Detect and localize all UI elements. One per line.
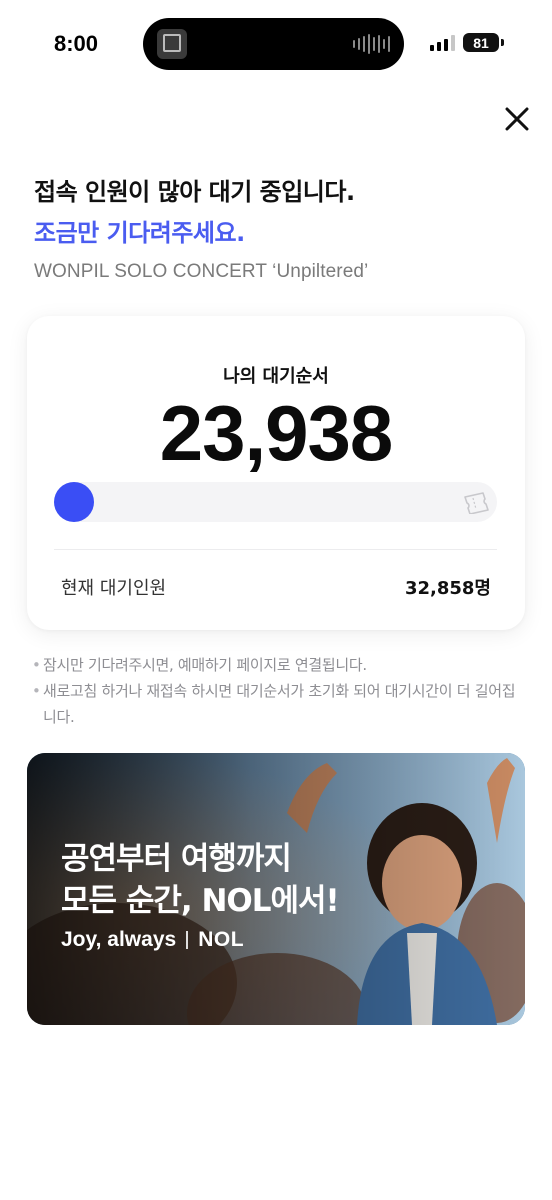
waiting-room-screen: 8:00 81 접속 인원이 많아 대기 중입니다. 조금만 기다려주세요. W… [0,0,552,1200]
banner-tagline: Joy, always NOL [61,928,244,952]
current-waiting-label: 현재 대기인원 [61,578,167,599]
bullet-dot: • [32,682,41,700]
current-waiting-count: 32,858명 [404,578,491,599]
card-divider [54,549,497,550]
ticket-icon [464,492,489,514]
queue-position-label: 나의 대기순서 [223,366,329,387]
waiting-title: 접속 인원이 많아 대기 중입니다. [34,178,355,206]
banner-headline-line1: 공연부터 여행까지 [61,841,292,877]
banner-slogan: Joy, always [61,928,177,951]
queue-progress-bar [54,482,497,522]
audio-waveform-icon [353,33,390,55]
nol-logo: NOL [198,928,245,951]
cellular-signal-icon [430,34,455,51]
close-button[interactable] [500,102,534,136]
notice-text: 새로고침 하거나 재접속 하시면 대기순서가 초기화 되어 대기시간이 더 길어… [43,682,516,726]
status-indicators: 81 [430,33,504,52]
status-time: 8:00 [54,31,99,56]
promo-banner[interactable]: 공연부터 여행까지 모든 순간, NOL에서! Joy, always NOL [27,753,525,1025]
bullet-dot: • [32,656,41,674]
tagline-divider [186,931,189,949]
notice-item: • 새로고침 하거나 재접속 하시면 대기순서가 초기화 되어 대기시간이 더 … [32,678,522,730]
waiting-subtitle: 조금만 기다려주세요. [34,219,245,247]
notice-item: • 잠시만 기다려주시면, 예매하기 페이지로 연결됩니다. [32,652,522,678]
now-playing-artwork [157,29,187,59]
battery-level: 81 [473,34,489,51]
notice-text: 잠시만 기다려주시면, 예매하기 페이지로 연결됩니다. [43,656,367,674]
battery-nub [501,39,504,46]
queue-progress-indicator [54,482,94,522]
notice-list: • 잠시만 기다려주시면, 예매하기 페이지로 연결됩니다. • 새로고침 하거… [32,652,522,730]
queue-position-number: 23,938 [159,389,394,477]
dynamic-island [143,18,404,70]
banner-headline-line2: 모든 순간, NOL에서! [61,883,340,919]
close-icon [505,107,529,131]
battery-icon: 81 [463,33,499,52]
event-name: WONPIL SOLO CONCERT ‘Unpiltered’ [34,261,369,282]
queue-status-card: 나의 대기순서 23,938 현재 대기인원 32,858명 [27,316,525,630]
status-bar: 8:00 81 [0,0,552,90]
